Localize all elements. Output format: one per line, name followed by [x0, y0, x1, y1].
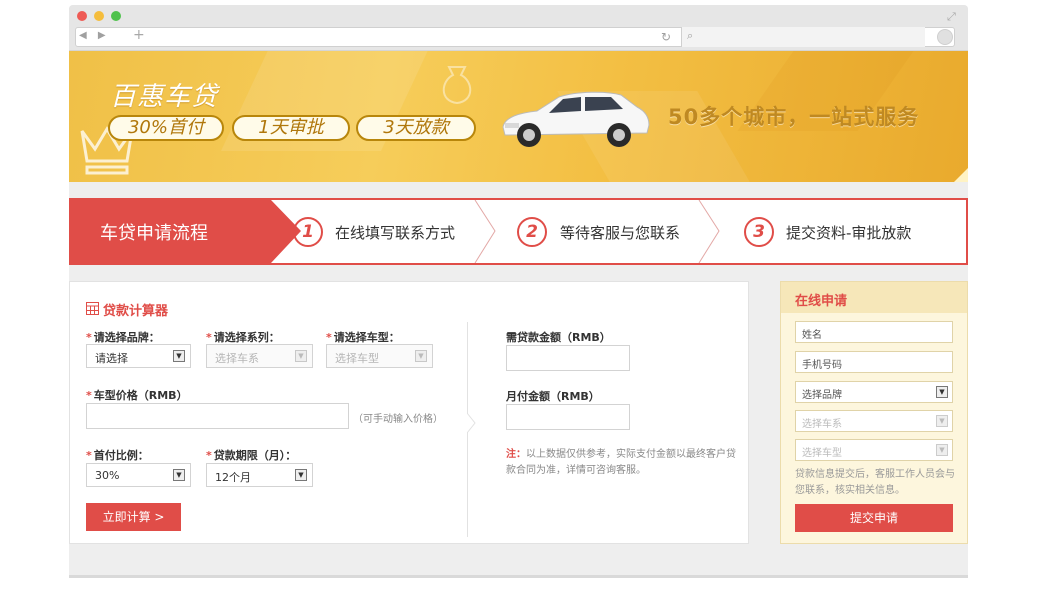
- pill-disbursement: 3天放款: [356, 115, 476, 141]
- calculator-title: 贷款计算器: [103, 304, 169, 319]
- price-hint: （可手动输入价格）: [353, 414, 443, 425]
- model-select-value: 选择车型: [335, 352, 379, 365]
- money-bag-icon: [442, 66, 472, 105]
- chevron-down-icon: ▼: [936, 415, 948, 427]
- down-payment-value: 30%: [95, 469, 120, 482]
- term-select[interactable]: 12个月 ▼: [206, 463, 313, 487]
- calculator-note: 注：以上数据仅供参考，实际支付金额以最终客户贷款合同为准，详情可咨询客服。: [506, 447, 738, 479]
- calculate-button[interactable]: 立即计算 >: [86, 503, 181, 531]
- monthly-payment-label: 月付金额（RMB）: [506, 390, 600, 403]
- step-3-label: 提交资料-审批放款: [786, 224, 912, 242]
- term-value: 12个月: [215, 471, 251, 484]
- search-icon: ⌕: [687, 29, 694, 42]
- down-payment-label: * 首付比例：: [86, 449, 149, 462]
- step-1: 1 在线填写联系方式: [293, 200, 493, 263]
- reload-icon[interactable]: ↻: [661, 30, 671, 44]
- brand-logo-text: 百惠车贷: [110, 82, 219, 112]
- apply-model-select[interactable]: 选择车型 ▼: [795, 439, 953, 461]
- fullscreen-icon[interactable]: ⤢: [947, 10, 956, 24]
- brand-select[interactable]: 请选择 ▼: [86, 344, 191, 368]
- chevron-down-icon: ▼: [936, 444, 948, 456]
- submit-application-button[interactable]: 提交申请: [795, 504, 953, 532]
- chevron-down-icon: ▼: [173, 469, 185, 481]
- step-3: 3 提交资料-审批放款: [744, 200, 954, 263]
- chevron-down-icon: ▼: [295, 469, 307, 481]
- loan-amount-label: 需贷款金额（RMB）: [506, 331, 611, 344]
- step-2-number: 2: [517, 217, 547, 247]
- apply-header: 在线申请: [781, 282, 967, 313]
- corner-fold-icon: [954, 168, 968, 182]
- name-field[interactable]: 姓名: [795, 321, 953, 343]
- chevron-down-icon: ▼: [173, 350, 185, 362]
- browser-window: ⤢ ◀ ▶ + ↻ ⌕ 百惠车贷 30%首付 1天审批 3天放款 50多个城市，…: [69, 5, 968, 577]
- application-steps: 车贷申请流程 1 在线填写联系方式 2 等待客服与您联系 3 提交资料-审批放款: [69, 198, 968, 265]
- apply-series-value: 选择车系: [802, 419, 842, 430]
- brand-label: * 请选择品牌：: [86, 331, 160, 344]
- browser-menu-button[interactable]: [937, 29, 953, 45]
- chevron-down-icon: ▼: [415, 350, 427, 362]
- model-select[interactable]: 选择车型 ▼: [326, 344, 433, 368]
- step-3-number: 3: [744, 217, 774, 247]
- apply-brand-select[interactable]: 选择品牌 ▼: [795, 381, 953, 403]
- close-window-dot[interactable]: [77, 11, 87, 21]
- minimize-window-dot[interactable]: [94, 11, 104, 21]
- car-image: [502, 91, 650, 147]
- browser-chrome: ⤢ ◀ ▶ + ↻ ⌕: [69, 5, 968, 51]
- browser-search-field[interactable]: [681, 27, 925, 47]
- banner-slogan: 50多个城市，一站式服务: [668, 105, 920, 129]
- chevron-down-icon: ▼: [936, 386, 948, 398]
- apply-brand-value: 选择品牌: [802, 390, 842, 401]
- apply-title: 在线申请: [795, 294, 848, 309]
- chevron-down-icon: ▼: [295, 350, 307, 362]
- page-bottom-edge: [69, 575, 968, 578]
- phone-placeholder: 手机号码: [802, 360, 842, 371]
- pill-approval: 1天审批: [232, 115, 350, 141]
- step-1-label: 在线填写联系方式: [335, 224, 456, 242]
- step-2-label: 等待客服与您联系: [560, 224, 681, 242]
- monthly-payment-output: [506, 404, 630, 430]
- back-forward-icon[interactable]: ◀ ▶: [79, 30, 110, 41]
- calculator-icon: [86, 302, 99, 315]
- step-1-number: 1: [293, 217, 323, 247]
- series-select[interactable]: 选择车系 ▼: [206, 344, 313, 368]
- series-select-value: 选择车系: [215, 352, 259, 365]
- price-input[interactable]: [86, 403, 349, 429]
- divider-arrow-icon: [467, 413, 476, 433]
- online-application: 在线申请 姓名 手机号码 选择品牌 ▼ 选择车系 ▼ 选择车型 ▼ 贷款信息提交…: [780, 281, 968, 544]
- maximize-window-dot[interactable]: [111, 11, 121, 21]
- loan-calculator: 贷款计算器 * 请选择品牌： 请选择 ▼ * 请选择系列： 选择车系 ▼ * 请选择车…: [69, 281, 749, 544]
- phone-field[interactable]: 手机号码: [795, 351, 953, 373]
- down-payment-select[interactable]: 30% ▼: [86, 463, 191, 487]
- note-text: 以上数据仅供参考，实际支付金额以最终客户贷款合同为准，详情可咨询客服。: [506, 449, 736, 476]
- new-tab-icon[interactable]: +: [133, 27, 145, 43]
- note-prefix: 注：: [506, 449, 526, 460]
- apply-model-value: 选择车型: [802, 448, 842, 459]
- series-label: * 请选择系列：: [206, 331, 280, 344]
- loan-amount-output: [506, 345, 630, 371]
- apply-note: 贷款信息提交后，客服工作人员会与您联系，核实相关信息。: [795, 469, 955, 496]
- term-label: * 贷款期限（月）：: [206, 449, 297, 462]
- pill-down-payment: 30%首付: [108, 115, 224, 141]
- price-label: * 车型价格（RMB）: [86, 389, 188, 402]
- model-label: * 请选择车型：: [326, 331, 400, 344]
- apply-series-select[interactable]: 选择车系 ▼: [795, 410, 953, 432]
- step-2: 2 等待客服与您联系: [517, 200, 717, 263]
- name-placeholder: 姓名: [802, 330, 822, 341]
- hero-banner: 百惠车贷 30%首付 1天审批 3天放款 50多个城市，一站式服务: [69, 51, 968, 182]
- brand-select-value: 请选择: [95, 352, 128, 365]
